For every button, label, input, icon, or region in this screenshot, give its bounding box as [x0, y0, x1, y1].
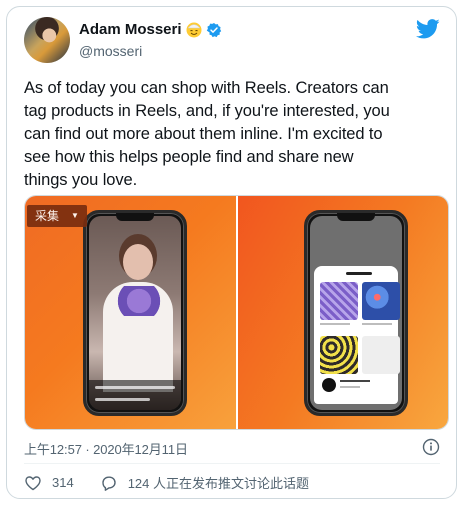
author-handle[interactable]: @mosseri	[79, 43, 142, 59]
twitter-bird-icon[interactable]	[416, 19, 440, 39]
author-avatar[interactable]	[24, 17, 70, 63]
tweet-text-line: things you love.	[24, 171, 138, 189]
phone-notch	[336, 213, 375, 221]
info-icon[interactable]	[422, 438, 440, 456]
tweet-text-line: As of today you can shop with Reels. Cre…	[24, 79, 389, 97]
divider	[24, 463, 440, 464]
phone-mockup	[83, 210, 187, 416]
chevron-down-icon: ▼	[71, 211, 79, 220]
tweet-text: As of today you can shop with Reels. Cre…	[24, 77, 449, 192]
product-thumb	[361, 282, 400, 320]
tweet-text-line: tag products in Reels, and, if you're in…	[24, 102, 390, 120]
shop-name-line	[339, 380, 370, 382]
collect-button[interactable]: 采集 ▼	[27, 205, 87, 227]
heart-icon[interactable]	[24, 474, 42, 492]
product-label-line	[319, 323, 350, 325]
phone-mockup	[303, 210, 408, 416]
sheet-title	[314, 272, 398, 275]
collect-button-label: 采集	[35, 209, 60, 223]
reel-nav-bar	[95, 398, 151, 401]
reel-video-screen	[89, 216, 181, 410]
product-label-line	[361, 323, 392, 325]
in-this-reel-sheet	[313, 266, 400, 404]
tweet-text-line: can find out more about them inline. I'm…	[24, 125, 383, 143]
phone-notch	[116, 213, 154, 221]
author-name-row: Adam Mosseri	[79, 21, 222, 38]
product-thumb	[361, 336, 400, 374]
product-thumb	[319, 336, 358, 374]
tweet-media[interactable]	[24, 195, 449, 430]
tweet-actions: 314 124 人正在发布推文讨论此话题	[24, 473, 309, 492]
tweet-text-line: see how this helps people find and share…	[24, 148, 354, 166]
creator-head	[123, 244, 153, 280]
scarf-product	[113, 286, 165, 316]
shop-footer-row	[318, 376, 394, 394]
media-image-shop-sheet[interactable]	[237, 196, 448, 429]
tweet-timestamp[interactable]: 上午12:57 · 2020年12月11日	[24, 439, 188, 458]
reply-bubble-icon[interactable]	[100, 474, 118, 492]
product-thumb	[319, 282, 358, 320]
reel-caption-bar	[95, 386, 175, 389]
like-count[interactable]: 314	[52, 475, 74, 490]
smiling-face-emoji-icon	[186, 22, 202, 37]
author-name[interactable]: Adam Mosseri	[79, 21, 182, 38]
shop-handle-line	[339, 386, 360, 388]
tweet-card[interactable]: Adam Mosseri @mosseri As of today you ca…	[6, 6, 457, 499]
conversation-count[interactable]: 124 人正在发布推文讨论此话题	[128, 473, 309, 492]
shop-sheet-screen	[309, 216, 402, 410]
reel-bottom-bar	[89, 380, 181, 410]
verified-badge-icon	[206, 22, 221, 37]
shop-logo	[321, 378, 336, 392]
media-image-reel[interactable]	[25, 196, 236, 429]
